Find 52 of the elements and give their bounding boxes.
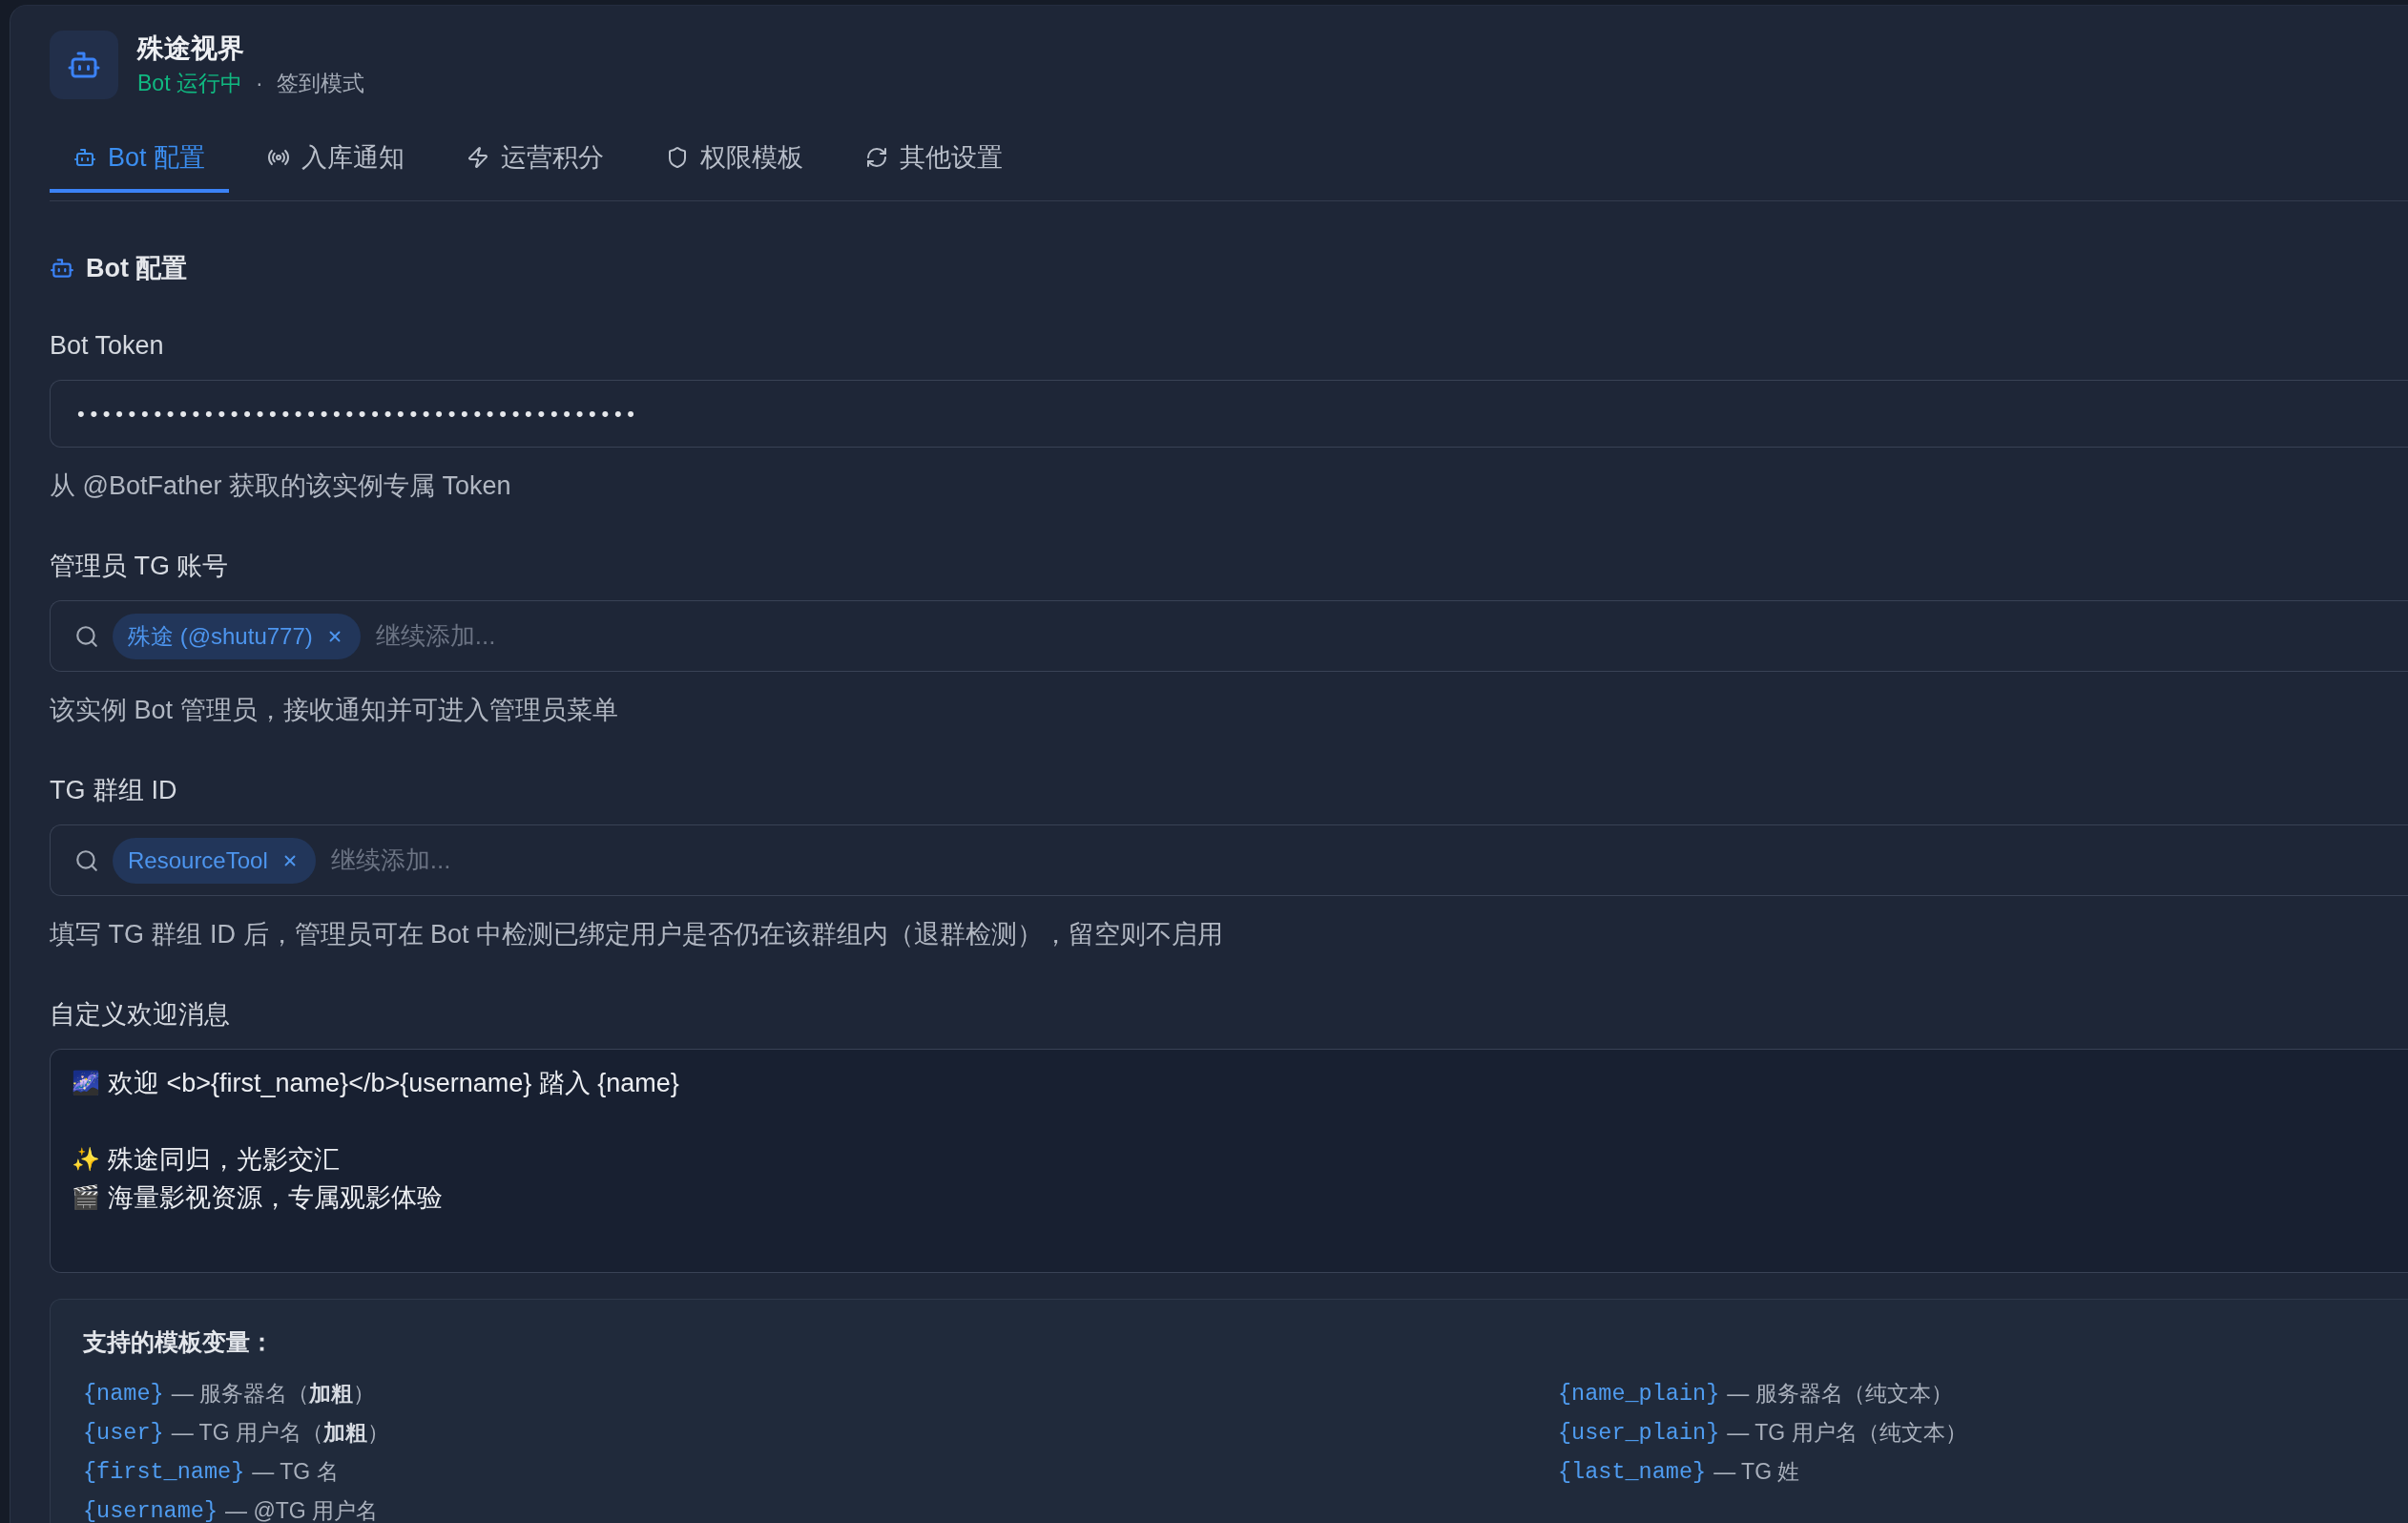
variable-code: {first_name} bbox=[83, 1459, 245, 1485]
tab[interactable]: 其他设置 bbox=[841, 125, 1028, 193]
variable-code: {username} bbox=[83, 1498, 218, 1523]
tab[interactable]: 权限模板 bbox=[642, 125, 828, 193]
tag-field[interactable]: ResourceTool 继续添加... bbox=[50, 824, 2408, 896]
message-line: 殊途同归，光影交汇 bbox=[108, 1144, 340, 1176]
tab[interactable]: Bot 配置 bbox=[50, 125, 230, 193]
variable-description: — 服务器名（纯文本） bbox=[1727, 1380, 1953, 1408]
token-input[interactable]: •••••••••••••••••••••••••••••••••••••••••••• bbox=[50, 380, 2408, 448]
help-text: 从 @BotFather 获取的该实例专属 Token bbox=[50, 470, 512, 502]
section-title: Bot 配置 bbox=[86, 253, 188, 284]
variable-code: {user} bbox=[83, 1420, 164, 1446]
refresh-icon bbox=[865, 145, 889, 169]
variable-description: — TG 用户名（加粗） bbox=[171, 1419, 389, 1447]
field-label: TG 群组 ID bbox=[50, 775, 178, 806]
search-icon bbox=[74, 847, 99, 873]
variable-code: {user_plain} bbox=[1558, 1420, 1720, 1446]
help-text: 该实例 Bot 管理员，接收通知并可进入管理员菜单 bbox=[50, 695, 619, 726]
lightning-icon bbox=[467, 145, 490, 169]
emoji-icon: 🌌 bbox=[72, 1069, 100, 1097]
variable-code: {name} bbox=[83, 1381, 164, 1407]
variables-title: 支持的模板变量： bbox=[83, 1327, 275, 1357]
tag-input[interactable]: 继续添加... bbox=[328, 841, 2408, 880]
tab[interactable]: 运营积分 bbox=[443, 125, 629, 193]
field-label: 管理员 TG 账号 bbox=[50, 551, 230, 582]
variable-description: — @TG 用户名 bbox=[225, 1497, 379, 1523]
variable-description: — TG 名 bbox=[252, 1458, 339, 1486]
tag-label: ResourceTool bbox=[128, 846, 268, 874]
tag-label: 殊途 (@shutu777) bbox=[128, 621, 313, 651]
emoji-icon: ✨ bbox=[72, 1145, 100, 1174]
tab[interactable]: 入库通知 bbox=[243, 125, 429, 193]
search-icon bbox=[74, 623, 99, 649]
robot-icon bbox=[50, 31, 118, 99]
variable-code: {name_plain} bbox=[1558, 1381, 1720, 1407]
emoji-icon: 🎬 bbox=[72, 1183, 100, 1212]
mode-text: 签到模式 bbox=[276, 70, 364, 97]
variable-description: — TG 姓 bbox=[1713, 1458, 1800, 1486]
message-field[interactable]: 🌌 欢迎 <b>{first_name}</b>{username} 踏入 {name} ✨ 殊途同归，光影交汇 🎬 海量影视资源，专属观影体验 bbox=[50, 1049, 2408, 1273]
variable-description: — 服务器名（加粗） bbox=[171, 1380, 375, 1408]
field-label: Bot Token bbox=[50, 330, 165, 362]
bot-name: 殊途视界 bbox=[137, 32, 245, 65]
message-line: 海量影视资源，专属观影体验 bbox=[108, 1182, 443, 1214]
variable-code: {last_name} bbox=[1558, 1459, 1707, 1485]
robot-icon bbox=[50, 256, 74, 281]
tag-input[interactable]: 继续添加... bbox=[373, 616, 2408, 656]
field-label: 自定义欢迎消息 bbox=[50, 999, 231, 1031]
tag-field[interactable]: 殊途 (@shutu777) 继续添加... bbox=[50, 600, 2408, 672]
separator-dot: · bbox=[255, 70, 263, 97]
message-line: 欢迎 <b>{first_name}</b>{username} 踏入 {name} bbox=[108, 1068, 679, 1099]
variable-description: — TG 用户名（纯文本） bbox=[1727, 1419, 1967, 1447]
help-text: 填写 TG 群组 ID 后，管理员可在 Bot 中检测已绑定用户是否仍在该群组内（退群检测），留空则不启用 bbox=[50, 919, 1225, 950]
status-text: Bot 运行中 bbox=[137, 70, 242, 97]
